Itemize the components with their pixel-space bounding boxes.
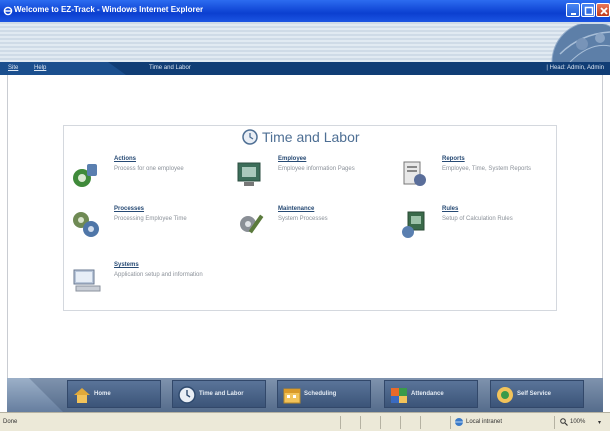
home-icon	[74, 388, 90, 403]
status-bar: Done Local intranet 100% ▾	[0, 412, 610, 431]
attendance-button[interactable]: Attendance	[384, 380, 478, 408]
processes-description: Processing Employee Time	[114, 216, 187, 222]
navigation-tab-area	[0, 62, 126, 75]
scheduling-button[interactable]: Scheduling	[277, 380, 371, 408]
minimize-icon	[571, 13, 576, 15]
minimize-button[interactable]	[566, 3, 580, 17]
reports-icon	[403, 161, 426, 186]
local-intranet-icon	[455, 418, 463, 426]
scheduling-icon	[283, 388, 301, 404]
user-info: | Head: Admin, Admin	[546, 65, 604, 71]
status-divider	[554, 416, 555, 429]
status-divider	[450, 416, 451, 429]
zoom-dropdown-caret[interactable]: ▾	[598, 419, 601, 426]
home-label: Home	[94, 391, 111, 397]
systems-item[interactable]: Systems Application setup and informatio…	[70, 262, 220, 306]
help-link[interactable]: Help	[34, 65, 46, 71]
main-content: Time and Labor Actions Process for one e…	[7, 75, 603, 378]
employee-icon	[237, 162, 261, 186]
home-button[interactable]: Home	[67, 380, 161, 408]
actions-label: Actions	[114, 156, 137, 162]
processes-icon	[73, 212, 99, 237]
maximize-button[interactable]	[581, 3, 595, 17]
status-divider	[420, 416, 421, 429]
time-and-labor-button[interactable]: Time and Labor	[172, 380, 266, 408]
systems-description: Application setup and information	[114, 272, 203, 278]
employee-description: Employee information Pages	[278, 166, 355, 172]
close-icon	[600, 7, 608, 15]
actions-icon	[73, 164, 97, 187]
processes-label: Processes	[114, 206, 145, 212]
reports-description: Employee, Time, System Reports	[442, 166, 532, 172]
current-section: Time and Labor	[149, 65, 191, 71]
bottom-toolbar: Home Time and Labor Scheduling Attendanc…	[7, 378, 603, 412]
panel-title: Time and Labor	[262, 129, 360, 145]
toolbar-wedge	[7, 378, 63, 412]
status-divider	[380, 416, 381, 429]
clock-icon	[242, 129, 258, 145]
reports-label: Reports	[442, 156, 465, 162]
navigation-bar: Site Help Time and Labor | Head: Admin, …	[0, 62, 610, 75]
self-service-label: Self Service	[517, 391, 552, 397]
maintenance-item[interactable]: Maintenance System Processes	[234, 206, 384, 250]
maintenance-description: System Processes	[278, 216, 328, 222]
security-zone: Local intranet	[466, 419, 503, 425]
clock-icon	[178, 386, 196, 404]
maintenance-label: Maintenance	[278, 206, 315, 212]
rules-item[interactable]: Rules Setup of Calculation Rules	[398, 206, 548, 250]
status-divider	[400, 416, 401, 429]
close-button[interactable]	[596, 3, 610, 17]
attendance-icon	[391, 388, 407, 403]
employee-label: Employee	[278, 156, 307, 162]
processes-item[interactable]: Processes Processing Employee Time	[70, 206, 220, 250]
systems-label: Systems	[114, 262, 139, 268]
time-and-labor-panel: Time and Labor Actions Process for one e…	[63, 125, 557, 311]
self-service-icon	[497, 387, 513, 403]
status-divider	[360, 416, 361, 429]
globe-graphic	[551, 24, 610, 62]
site-link[interactable]: Site	[8, 65, 18, 71]
time-and-labor-label: Time and Labor	[199, 391, 244, 397]
systems-icon	[73, 269, 101, 292]
app-header-banner	[0, 22, 610, 62]
window-title: Welcome to EZ-Track - Windows Internet E…	[14, 5, 204, 14]
status-text: Done	[3, 419, 18, 425]
maximize-icon	[584, 6, 594, 16]
rules-icon	[402, 211, 425, 238]
reports-item[interactable]: Reports Employee, Time, System Reports	[398, 156, 548, 200]
window-title-bar: Welcome to EZ-Track - Windows Internet E…	[0, 0, 610, 22]
rules-label: Rules	[442, 206, 459, 212]
magnifier-icon	[560, 418, 568, 426]
rules-description: Setup of Calculation Rules	[442, 216, 513, 222]
status-divider	[340, 416, 341, 429]
actions-item[interactable]: Actions Process for one employee	[70, 156, 220, 200]
self-service-button[interactable]: Self Service	[490, 380, 584, 408]
actions-description: Process for one employee	[114, 166, 184, 172]
zoom-level[interactable]: 100%	[570, 419, 585, 425]
ie-icon	[3, 6, 13, 16]
attendance-label: Attendance	[411, 391, 444, 397]
employee-item[interactable]: Employee Employee information Pages	[234, 156, 384, 200]
scheduling-label: Scheduling	[304, 391, 337, 397]
maintenance-icon	[240, 214, 264, 234]
